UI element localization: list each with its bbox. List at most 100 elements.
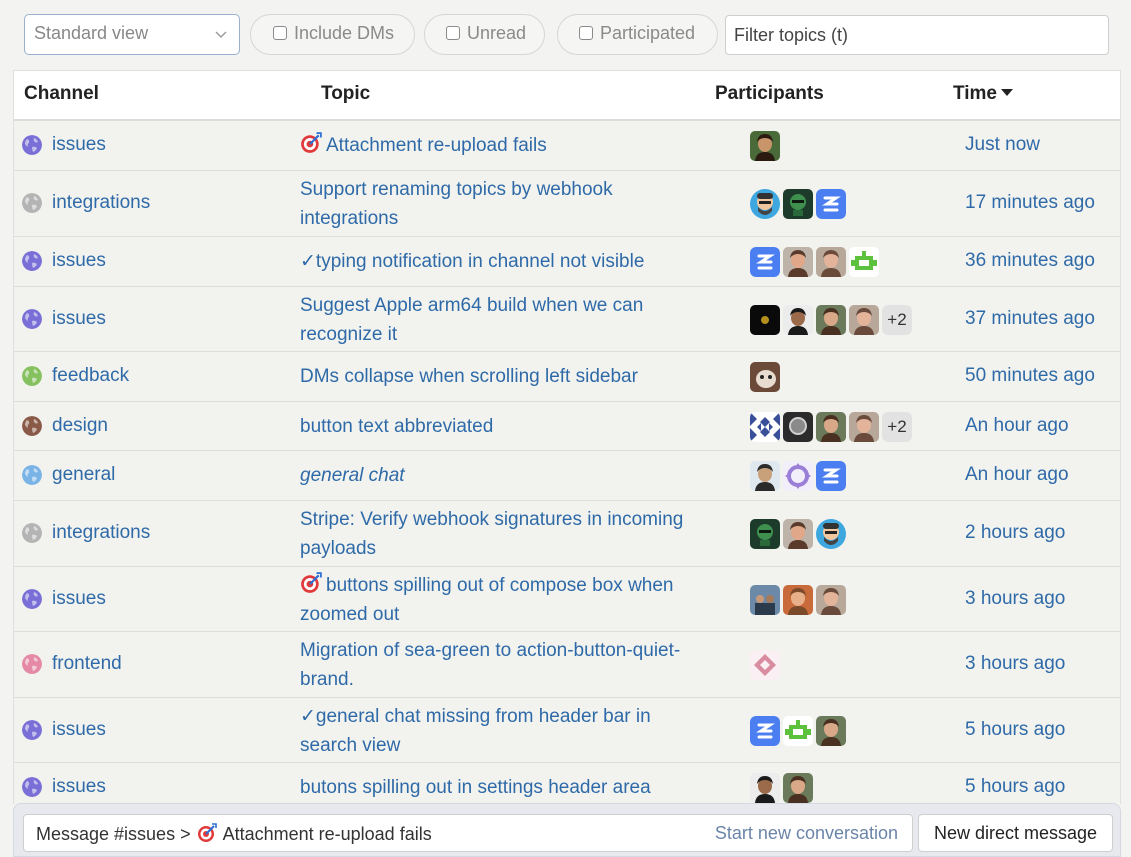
table-row[interactable]: issues buttons spilling out of compose bo… — [14, 567, 1120, 632]
avatar[interactable] — [783, 189, 813, 219]
avatar[interactable] — [750, 650, 780, 680]
avatar[interactable] — [750, 304, 780, 335]
channel-link[interactable]: general — [22, 464, 115, 486]
table-row[interactable]: design button text abbreviated +2 An hour a… — [14, 402, 1120, 451]
avatar[interactable] — [783, 584, 813, 615]
new-direct-message-button[interactable]: New direct message — [918, 814, 1113, 852]
table-row[interactable]: issues Attachment re-upload fails Just now — [14, 121, 1120, 171]
avatar[interactable] — [849, 247, 879, 277]
participated-toggle[interactable]: Participated — [557, 14, 718, 55]
table-row[interactable]: issues butons spilling out in settings he… — [14, 763, 1120, 804]
avatar[interactable] — [816, 411, 846, 442]
channel-link[interactable]: feedback — [22, 365, 129, 387]
column-header-channel[interactable]: Channel — [24, 83, 99, 105]
topic-name-line2: recognize it — [300, 323, 398, 345]
avatar[interactable] — [783, 304, 813, 335]
topic-link[interactable]: Migration of sea-green to action-button-… — [300, 636, 700, 694]
last-message-time[interactable]: 50 minutes ago — [965, 365, 1095, 387]
avatar[interactable] — [816, 461, 846, 491]
avatar[interactable] — [816, 304, 846, 335]
avatar[interactable] — [750, 519, 780, 549]
avatar[interactable] — [816, 519, 846, 549]
participants-list — [750, 247, 879, 277]
last-message-time[interactable]: 3 hours ago — [965, 653, 1065, 675]
view-select[interactable]: Standard view — [24, 14, 240, 55]
channel-name: issues — [52, 307, 106, 329]
topic-link[interactable]: Support renaming topics by webhook integr… — [300, 175, 700, 233]
channel-link[interactable]: issues — [22, 134, 106, 156]
channel-link[interactable]: integrations — [22, 522, 150, 544]
topic-link[interactable]: ✓typing notification in channel not visi… — [300, 247, 700, 276]
channel-link[interactable]: issues — [22, 250, 106, 272]
avatar[interactable] — [816, 584, 846, 615]
topic-link[interactable]: butons spilling out in settings header a… — [300, 773, 700, 802]
channel-name: issues — [52, 134, 106, 155]
topic-link[interactable]: button text abbreviated — [300, 412, 700, 441]
avatar[interactable] — [750, 584, 780, 615]
avatar[interactable] — [816, 715, 846, 746]
avatar[interactable] — [750, 362, 780, 392]
last-message-time[interactable]: 5 hours ago — [965, 719, 1065, 741]
avatar[interactable] — [849, 304, 879, 335]
channel-link[interactable]: design — [22, 415, 108, 437]
avatar[interactable] — [750, 247, 780, 277]
last-message-time[interactable]: 37 minutes ago — [965, 308, 1095, 330]
topic-link[interactable]: general chat — [300, 461, 700, 490]
channel-link[interactable]: integrations — [22, 192, 150, 214]
column-header-time[interactable]: Time — [953, 83, 1014, 105]
unread-toggle[interactable]: Unread — [424, 14, 545, 55]
topic-filter-input[interactable] — [725, 15, 1109, 55]
topic-link[interactable]: DMs collapse when scrolling left sidebar — [300, 362, 700, 391]
more-participants-badge[interactable]: +2 — [882, 411, 912, 442]
table-row[interactable]: feedback DMs collapse when scrolling left… — [14, 352, 1120, 402]
avatar[interactable] — [783, 461, 813, 491]
channel-link[interactable]: issues — [22, 588, 106, 610]
channel-link[interactable]: issues — [22, 308, 106, 330]
column-header-participants[interactable]: Participants — [715, 83, 824, 105]
channel-link[interactable]: issues — [22, 719, 106, 741]
topic-link[interactable]: Attachment re-upload fails — [300, 131, 700, 160]
column-header-topic[interactable]: Topic — [321, 83, 370, 105]
table-row[interactable]: issues Suggest Apple arm64 build when we … — [14, 287, 1120, 352]
channel-name: feedback — [52, 365, 130, 386]
last-message-time[interactable]: 2 hours ago — [965, 522, 1065, 544]
avatar[interactable] — [783, 519, 813, 549]
last-message-time[interactable]: 36 minutes ago — [965, 250, 1095, 272]
check-icon: ✓ — [300, 705, 316, 727]
avatar[interactable] — [783, 715, 813, 746]
avatar[interactable] — [750, 189, 780, 219]
channel-link[interactable]: frontend — [22, 653, 122, 675]
compose-reply-button[interactable]: Message #issues > Attachment re-upload fa… — [23, 814, 913, 852]
last-message-time[interactable]: An hour ago — [965, 464, 1069, 486]
avatar[interactable] — [783, 247, 813, 277]
participants-list — [750, 461, 846, 491]
table-row[interactable]: general general chat An hour ago — [14, 451, 1120, 501]
avatar[interactable] — [849, 411, 879, 442]
avatar[interactable] — [816, 247, 846, 277]
avatar[interactable] — [750, 773, 780, 803]
table-row[interactable]: frontend Migration of sea-green to action… — [14, 632, 1120, 698]
topic-link[interactable]: ✓general chat missing from header bar in… — [300, 702, 700, 760]
last-message-time[interactable]: 17 minutes ago — [965, 192, 1095, 214]
topic-link[interactable]: buttons spilling out of compose box when… — [300, 571, 700, 629]
avatar[interactable] — [750, 411, 780, 442]
topic-link[interactable]: Stripe: Verify webhook signatures in inc… — [300, 505, 700, 563]
avatar[interactable] — [783, 411, 813, 442]
include-dms-toggle[interactable]: Include DMs — [250, 14, 415, 55]
last-message-time[interactable]: Just now — [965, 134, 1040, 156]
avatar[interactable] — [750, 715, 780, 746]
avatar[interactable] — [816, 189, 846, 219]
last-message-time[interactable]: 3 hours ago — [965, 588, 1065, 610]
table-row[interactable]: issues ✓general chat missing from header … — [14, 698, 1120, 763]
table-row[interactable]: integrations Stripe: Verify webhook signa… — [14, 501, 1120, 567]
table-row[interactable]: issues ✓typing notification in channel no… — [14, 237, 1120, 287]
topic-link[interactable]: Suggest Apple arm64 build when we can rec… — [300, 291, 700, 349]
avatar[interactable] — [783, 773, 813, 803]
avatar[interactable] — [750, 131, 780, 161]
more-participants-badge[interactable]: +2 — [882, 304, 912, 335]
table-row[interactable]: integrations Support renaming topics by w… — [14, 171, 1120, 237]
channel-link[interactable]: issues — [22, 776, 106, 798]
avatar[interactable] — [750, 461, 780, 491]
last-message-time[interactable]: 5 hours ago — [965, 776, 1065, 798]
last-message-time[interactable]: An hour ago — [965, 415, 1069, 437]
